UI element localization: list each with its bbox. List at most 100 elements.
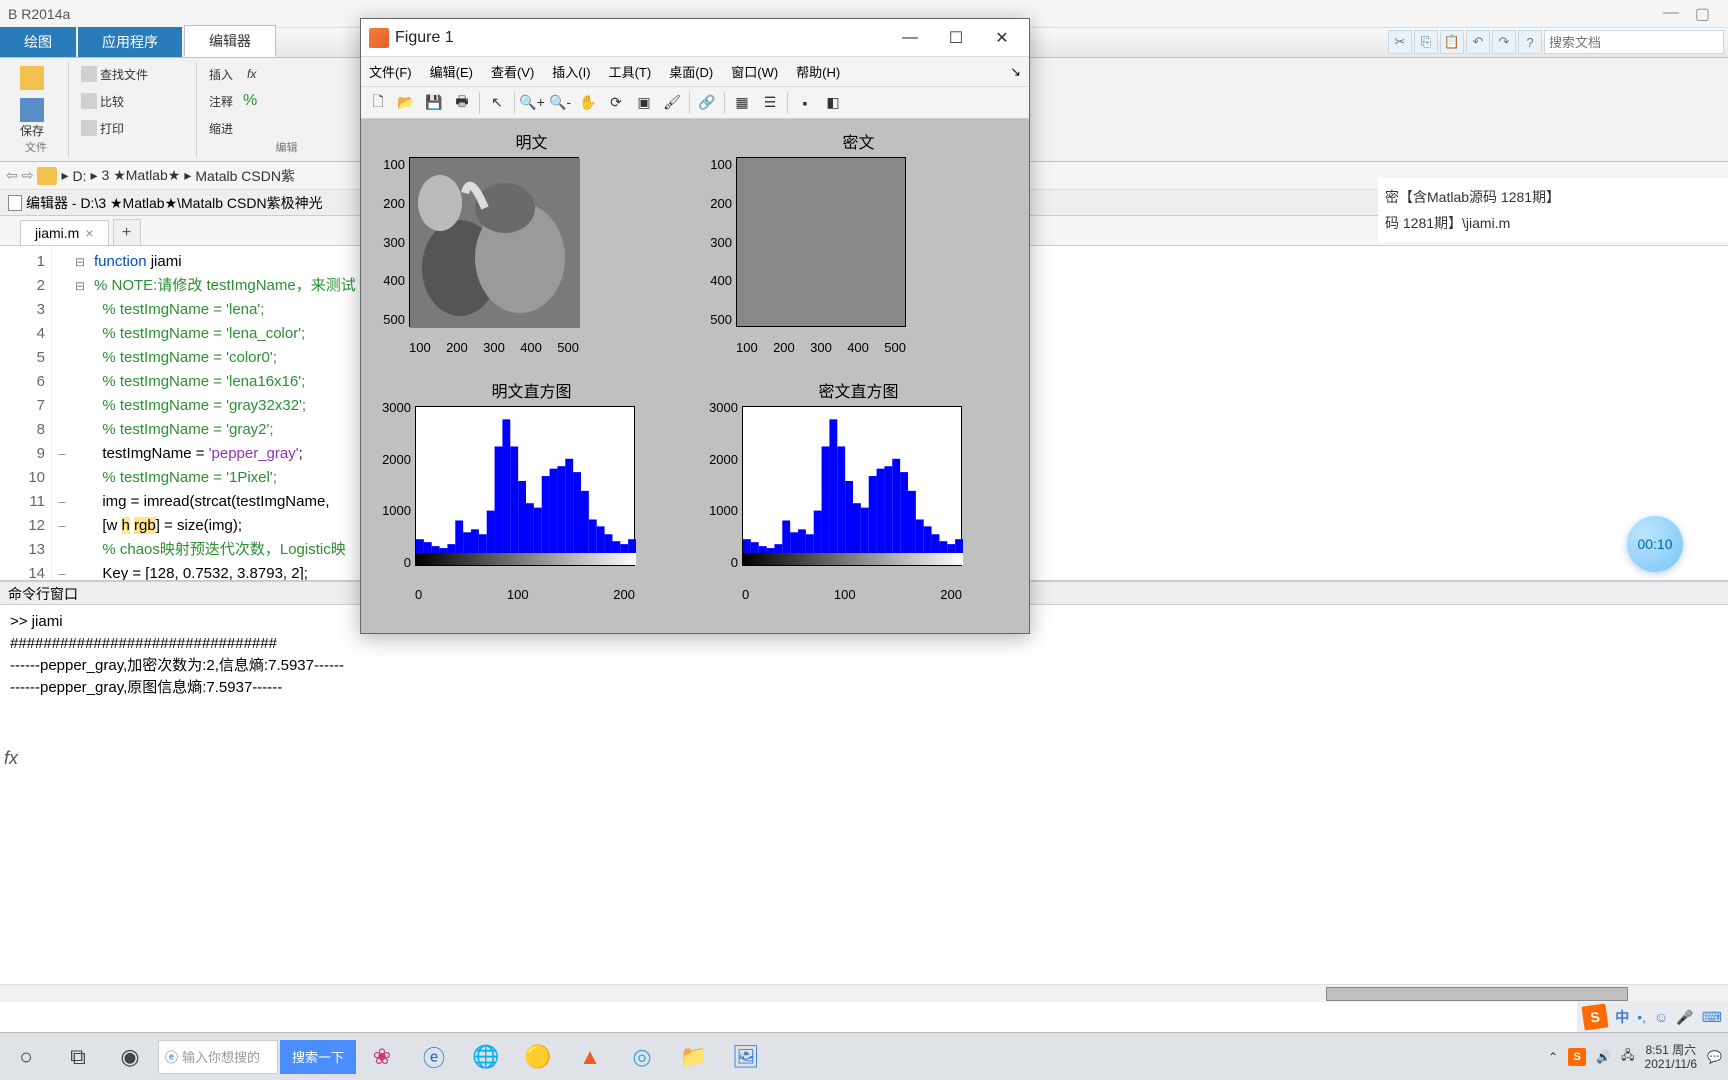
crumb-seg2[interactable]: Matalb CSDN紫 — [195, 166, 295, 186]
taskbar-search-button[interactable]: 搜索一下 — [280, 1040, 356, 1074]
folder-icon[interactable] — [37, 167, 57, 185]
axes-histogram[interactable]: 3000200010000 0100200 — [742, 406, 982, 584]
tray-sogou-icon[interactable]: S — [1568, 1048, 1586, 1066]
colorbar-icon[interactable]: ▦ — [729, 90, 755, 116]
save-button[interactable]: 保存 — [12, 98, 52, 139]
explorer-icon[interactable]: 📁 — [668, 1035, 720, 1079]
taskbar-search[interactable]: ⓔ 输入你想搜的 — [158, 1040, 278, 1074]
maximize-button[interactable]: ☐ — [933, 20, 979, 56]
ime-mic-icon[interactable]: 🎤 — [1676, 1009, 1693, 1026]
qat-copy-icon[interactable]: ⎘ — [1414, 30, 1438, 54]
ime-emoji-icon[interactable]: ☺ — [1654, 1009, 1668, 1025]
close-button[interactable]: ✕ — [979, 20, 1025, 56]
brush-icon[interactable]: 🖌 — [659, 90, 685, 116]
maximize-icon[interactable]: ▢ — [1695, 4, 1710, 24]
compare-button[interactable]: 比较 — [77, 89, 128, 113]
menu-tools[interactable]: 工具(T) — [609, 62, 652, 81]
editor-path: 编辑器 - D:\3 ★Matlab★\Matalb CSDN紫极神光 — [26, 193, 323, 213]
figure-window: Figure 1 — ☐ ✕ 文件(F) 编辑(E) 查看(V) 插入(I) 工… — [360, 18, 1030, 634]
new-figure-icon[interactable]: 🗋 — [365, 90, 391, 116]
tab-plot[interactable]: 绘图 — [0, 27, 76, 57]
menu-desktop[interactable]: 桌面(D) — [669, 62, 713, 81]
menu-overflow-icon[interactable]: ↘ — [1010, 64, 1021, 80]
fx-button[interactable]: fx — [243, 62, 267, 86]
tab-editor[interactable]: 编辑器 — [184, 25, 276, 57]
open-icon[interactable]: 📂 — [393, 90, 419, 116]
layout2-icon[interactable]: ◧ — [820, 90, 846, 116]
link-icon[interactable]: 🔗 — [694, 90, 720, 116]
zoom-out-icon[interactable]: 🔍- — [547, 90, 573, 116]
tray-clock[interactable]: 8:51 周六 2021/11/6 — [1645, 1043, 1698, 1071]
close-icon[interactable]: × — [85, 225, 93, 241]
edge-icon[interactable]: 🌐 — [460, 1035, 512, 1079]
minimize-button[interactable]: — — [887, 20, 933, 56]
figure-titlebar[interactable]: Figure 1 — ☐ ✕ — [361, 19, 1029, 57]
tray-chevron-icon[interactable]: ⌃ — [1548, 1050, 1558, 1064]
ribbon-group-filetools: 查找文件 比较 打印 — [69, 62, 197, 157]
app-icon-1[interactable]: ❀ — [356, 1035, 408, 1079]
task-view-icon[interactable]: ⧉ — [52, 1035, 104, 1079]
layout1-icon[interactable]: ▪ — [792, 90, 818, 116]
comment-button[interactable]: 注释 — [205, 89, 237, 113]
app-title: B R2014a — [8, 6, 70, 22]
crumb-drive[interactable]: D: — [73, 168, 87, 184]
comment-pct-icon[interactable]: % — [243, 92, 257, 110]
app-icon-2[interactable]: ◎ — [616, 1035, 668, 1079]
pointer-icon[interactable]: ↖ — [484, 90, 510, 116]
photos-icon[interactable]: 🖼 — [720, 1035, 772, 1079]
menu-window[interactable]: 窗口(W) — [731, 62, 778, 81]
indent-button[interactable]: 缩进 — [205, 116, 237, 140]
ime-punct-icon[interactable]: •, — [1637, 1009, 1646, 1025]
save-icon[interactable]: 💾 — [421, 90, 447, 116]
menu-insert[interactable]: 插入(I) — [552, 62, 590, 81]
subplot-title: 明文直方图 — [371, 378, 692, 402]
menu-file[interactable]: 文件(F) — [369, 62, 412, 81]
axes-image[interactable]: 100200300400500 100200300400500 — [409, 157, 629, 335]
ime-lang[interactable]: 中 — [1615, 1007, 1629, 1027]
qat-undo-icon[interactable]: ↶ — [1466, 30, 1490, 54]
fold-icon[interactable]: ⊟ — [72, 250, 88, 274]
crumb-seg1[interactable]: 3 ★Matlab★ — [102, 167, 181, 184]
plaintext-image — [409, 157, 579, 327]
ime-kbd-icon[interactable]: ⌨ — [1702, 1009, 1722, 1026]
tray-notification-icon[interactable]: 💬 — [1707, 1050, 1722, 1064]
menu-edit[interactable]: 编辑(E) — [430, 62, 473, 81]
sogou-ime-icon[interactable]: S — [1582, 1003, 1609, 1030]
legend-icon[interactable]: ☰ — [757, 90, 783, 116]
edge-legacy-icon[interactable]: ⓔ — [408, 1035, 460, 1079]
add-tab-button[interactable]: + — [113, 219, 141, 245]
matlab-icon[interactable]: ▲ — [564, 1035, 616, 1079]
browser-icon[interactable]: 🟡 — [512, 1035, 564, 1079]
menu-view[interactable]: 查看(V) — [491, 62, 534, 81]
qat-redo-icon[interactable]: ↷ — [1492, 30, 1516, 54]
print-icon[interactable]: 🖶 — [449, 90, 475, 116]
timer-widget[interactable]: 00:10 — [1627, 516, 1683, 572]
tab-apps[interactable]: 应用程序 — [78, 27, 182, 57]
horizontal-scrollbar[interactable] — [0, 984, 1728, 1002]
search-input[interactable] — [1544, 30, 1724, 54]
fold-icon[interactable]: ⊟ — [72, 274, 88, 298]
back-icon[interactable]: ⇦ — [6, 167, 18, 184]
qat-paste-icon[interactable]: 📋 — [1440, 30, 1464, 54]
qat-help-icon[interactable]: ? — [1518, 30, 1542, 54]
search-circle-icon[interactable]: ○ — [0, 1035, 52, 1079]
print-button[interactable]: 打印 — [77, 116, 128, 140]
find-files-button[interactable]: 查找文件 — [77, 62, 152, 86]
rotate-icon[interactable]: ⟳ — [603, 90, 629, 116]
file-tab-jiami[interactable]: jiami.m × — [20, 220, 109, 245]
obs-icon[interactable]: ◉ — [104, 1035, 156, 1079]
axes-histogram[interactable]: 3000200010000 0100200 — [415, 406, 655, 584]
menu-help[interactable]: 帮助(H) — [796, 62, 840, 81]
datatip-icon[interactable]: ▣ — [631, 90, 657, 116]
axes-image[interactable]: 100200300400500 100200300400500 — [736, 157, 956, 335]
minimize-icon[interactable]: — — [1663, 4, 1679, 24]
pan-icon[interactable]: ✋ — [575, 90, 601, 116]
right-panel-fragment: 密【含Matlab源码 1281期】 码 1281期】\jiami.m — [1378, 178, 1728, 242]
zoom-in-icon[interactable]: 🔍+ — [519, 90, 545, 116]
insert-button[interactable]: 插入 — [205, 62, 237, 86]
qat-cut-icon[interactable]: ✂ — [1388, 30, 1412, 54]
tray-sound-icon[interactable]: 🔊 — [1596, 1050, 1611, 1064]
fwd-icon[interactable]: ⇨ — [22, 167, 34, 184]
tray-network-icon[interactable]: 🖧 — [1621, 1046, 1634, 1067]
new-file-icon[interactable] — [20, 66, 44, 90]
